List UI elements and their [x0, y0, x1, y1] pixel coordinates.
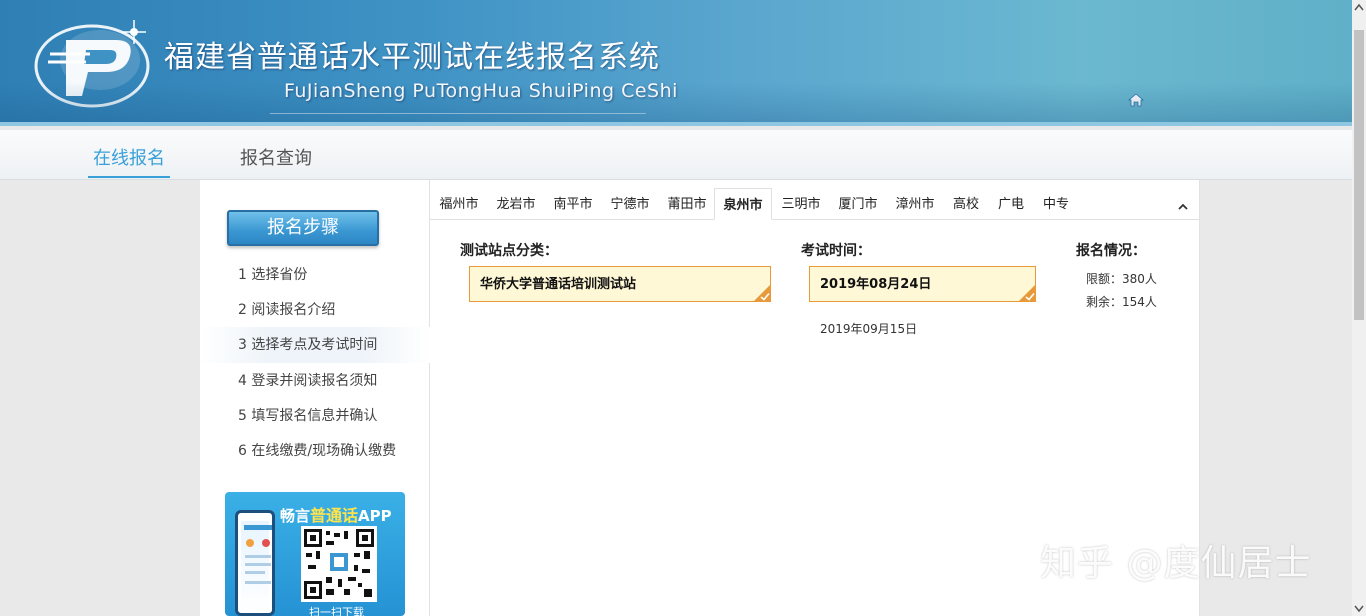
top-nav: 在线报名 报名查询 — [0, 130, 1352, 180]
city-tab-quanzhou[interactable]: 泉州市 — [714, 188, 772, 220]
city-tabs: 福州市 龙岩市 南平市 宁德市 莆田市 泉州市 三明市 厦门市 漳州市 高校 广… — [430, 188, 1200, 220]
city-tab-ningde[interactable]: 宁德市 — [605, 188, 655, 220]
promo-subtitle: 扫一扫下载 — [309, 606, 364, 616]
city-tab-xiamen[interactable]: 厦门市 — [833, 188, 883, 220]
tab-online-registration[interactable]: 在线报名 — [93, 144, 165, 170]
scroll-down-icon[interactable] — [1352, 600, 1366, 616]
promo-title-suffix: APP — [358, 507, 392, 525]
registration-status-header: 报名情况： — [1076, 243, 1146, 259]
selected-test-site-label: 华侨大学普通话培训测试站 — [480, 277, 637, 292]
selected-test-site[interactable]: 华侨大学普通话培训测试站 — [469, 266, 771, 302]
city-tab-fuzhou[interactable]: 福州市 — [434, 188, 484, 220]
scroll-up-icon[interactable] — [1352, 0, 1366, 16]
steps-title-button[interactable]: 报名步骤 — [227, 210, 379, 246]
site-title-en: FuJianSheng PuTongHua ShuiPing CeShi — [284, 80, 678, 102]
step-login-read-notice[interactable]: 4 登录并阅读报名须知 — [200, 363, 430, 399]
promo-title-highlight: 普通话 — [310, 506, 359, 525]
site-title-cn: 福建省普通话水平测试在线报名系统 — [164, 40, 660, 75]
city-tab-putian[interactable]: 莆田市 — [662, 188, 712, 220]
city-tab-universities[interactable]: 高校 — [946, 188, 986, 220]
city-tab-nanping[interactable]: 南平市 — [548, 188, 598, 220]
watermark: 知乎 @度仙居士 — [1040, 543, 1312, 584]
remaining-text: 剩余：154人 — [1086, 295, 1157, 309]
exam-time-header: 考试时间： — [801, 243, 871, 259]
selected-exam-date-label: 2019年08月24日 — [820, 277, 932, 292]
app-promo-banner[interactable]: 畅言普通话APP 扫一扫下载 — [225, 492, 405, 616]
step-payment[interactable]: 6 在线缴费/现场确认缴费 — [200, 433, 430, 469]
city-tab-broadcast[interactable]: 广电 — [991, 188, 1031, 220]
step-fill-info[interactable]: 5 填写报名信息并确认 — [200, 398, 430, 434]
site-category-header: 测试站点分类： — [460, 243, 558, 259]
home-icon[interactable] — [1128, 92, 1144, 108]
active-tab-underline — [88, 176, 170, 178]
chevron-up-icon[interactable] — [1176, 200, 1190, 214]
promo-title: 畅言普通话APP — [280, 502, 392, 526]
step-select-province[interactable]: 1 选择省份 — [200, 257, 430, 293]
city-tab-sanming[interactable]: 三明市 — [776, 188, 826, 220]
selected-exam-date[interactable]: 2019年08月24日 — [809, 266, 1036, 302]
scroll-thumb[interactable] — [1354, 30, 1364, 320]
exam-date-option[interactable]: 2019年09月15日 — [820, 320, 917, 337]
page-scrollbar[interactable] — [1352, 0, 1366, 616]
header-banner: 福建省普通话水平测试在线报名系统 FuJianSheng PuTongHua S… — [0, 0, 1352, 126]
promo-title-prefix: 畅言 — [280, 507, 311, 525]
city-tab-longyan[interactable]: 龙岩市 — [491, 188, 541, 220]
step-select-site-time[interactable]: 3 选择考点及考试时间 — [200, 327, 430, 363]
phone-screen-icon — [244, 525, 272, 584]
city-tab-zhangzhou[interactable]: 漳州市 — [890, 188, 940, 220]
check-icon — [1018, 284, 1036, 302]
steps-sidebar: 报名步骤 1 选择省份 2 阅读报名介绍 3 选择考点及考试时间 4 登录并阅读… — [200, 180, 430, 616]
phone-illustration — [235, 510, 275, 616]
check-icon — [753, 284, 771, 302]
city-tab-vocational[interactable]: 中专 — [1036, 188, 1076, 220]
qr-code-icon — [301, 526, 377, 602]
logo-icon — [34, 20, 150, 108]
step-read-intro[interactable]: 2 阅读报名介绍 — [200, 292, 430, 328]
tab-registration-query[interactable]: 报名查询 — [240, 144, 312, 170]
title-divider — [270, 113, 646, 114]
quota-text: 限额：380人 — [1086, 272, 1157, 286]
